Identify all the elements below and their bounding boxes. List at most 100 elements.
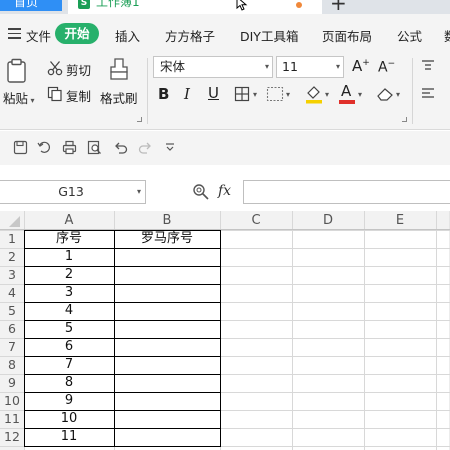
undo-icon[interactable] [113, 140, 128, 155]
cell-b3[interactable] [114, 266, 220, 284]
format-painter-button[interactable]: 格式刷 [100, 88, 138, 107]
name-box[interactable]: G13 ▾ [0, 180, 146, 204]
cell-b6[interactable] [114, 320, 220, 338]
insert-function-button[interactable]: fx [218, 183, 231, 199]
paste-icon[interactable] [6, 58, 30, 84]
row-header-8[interactable]: 8 [0, 356, 24, 374]
cell-a7[interactable]: 6 [24, 338, 114, 356]
row-header-3[interactable]: 3 [0, 266, 24, 284]
menu-diy-toolbox[interactable]: DIY工具箱 [240, 26, 298, 45]
eraser-icon[interactable] [376, 86, 394, 102]
cell-a5[interactable]: 4 [24, 302, 114, 320]
cut-button[interactable]: 剪切 [66, 60, 91, 79]
row-header-12[interactable]: 12 [0, 428, 24, 446]
cell-b12[interactable] [114, 428, 220, 446]
row-header-1[interactable]: 1 [0, 230, 24, 248]
bold-button[interactable]: B [158, 85, 169, 103]
formula-input[interactable] [243, 180, 450, 204]
cell-a6[interactable]: 5 [24, 320, 114, 338]
cell-a1[interactable]: 序号 [24, 230, 114, 248]
redo-icon[interactable] [138, 140, 153, 155]
row-header-11[interactable]: 11 [0, 410, 24, 428]
print-icon[interactable] [62, 140, 77, 155]
chevron-down-icon[interactable]: ▾ [286, 90, 290, 99]
history-icon[interactable] [37, 140, 52, 155]
cell-b7[interactable] [114, 338, 220, 356]
row-header-7[interactable]: 7 [0, 338, 24, 356]
row-header-10[interactable]: 10 [0, 392, 24, 410]
save-icon[interactable] [13, 140, 28, 155]
zoom-search-icon[interactable] [192, 183, 210, 201]
tab-home[interactable]: 首页 [0, 0, 62, 11]
merge-cells-icon[interactable] [266, 86, 284, 102]
cell-a12[interactable]: 11 [24, 428, 114, 446]
tab-workbook[interactable]: S 工作簿1 [68, 0, 322, 14]
menu-fangfang[interactable]: 方方格子 [165, 26, 215, 45]
cell-b11[interactable] [114, 410, 220, 428]
menu-insert[interactable]: 插入 [115, 26, 140, 45]
column-header-c[interactable]: C [220, 211, 292, 230]
row-header-6[interactable]: 6 [0, 320, 24, 338]
menu-formulas[interactable]: 公式 [397, 26, 422, 45]
font-name-value: 宋体 [160, 59, 186, 74]
chevron-down-icon[interactable]: ▾ [137, 181, 141, 203]
italic-button[interactable]: I [184, 85, 190, 103]
decrease-font-size-button[interactable]: A− [378, 59, 395, 76]
spacer [0, 165, 450, 175]
fill-color-icon[interactable] [304, 84, 324, 104]
customize-toolbar-icon[interactable] [165, 142, 175, 152]
column-header-d[interactable]: D [292, 211, 364, 230]
cell-a9[interactable]: 8 [24, 374, 114, 392]
name-box-value: G13 [58, 184, 84, 199]
hamburger-icon[interactable] [8, 28, 21, 39]
spreadsheet-grid[interactable]: ABCDE 1 2 3 4 5 6 7 8 9 10 11 12 序号 1 2 3 4 5 6 7 8 9 10 11 罗马序… [0, 211, 450, 450]
chevron-down-icon[interactable]: ▾ [396, 90, 400, 99]
cell-b8[interactable] [114, 356, 220, 374]
cell-a8[interactable]: 7 [24, 356, 114, 374]
chevron-down-icon[interactable]: ▾ [358, 90, 362, 99]
row-header-2[interactable]: 2 [0, 248, 24, 266]
cell-b4[interactable] [114, 284, 220, 302]
underline-button[interactable]: U [208, 84, 219, 102]
cell-b9[interactable] [114, 374, 220, 392]
cell-b2[interactable] [114, 248, 220, 266]
menu-file[interactable]: 文件 [26, 26, 51, 45]
copy-button[interactable]: 复制 [66, 86, 91, 105]
new-tab-button[interactable]: + [330, 0, 347, 13]
cell-a2[interactable]: 1 [24, 248, 114, 266]
row-header-9[interactable]: 9 [0, 374, 24, 392]
row-header-5[interactable]: 5 [0, 302, 24, 320]
increase-font-size-button[interactable]: A+ [352, 57, 370, 75]
cell-a10[interactable]: 9 [24, 392, 114, 410]
scissors-icon [47, 61, 63, 76]
cell-b10[interactable] [114, 392, 220, 410]
chevron-down-icon[interactable]: ▾ [28, 96, 35, 105]
cell-b1[interactable]: 罗马序号 [114, 230, 220, 248]
divider [147, 58, 148, 124]
font-dialog-launcher[interactable] [402, 117, 407, 122]
column-header-a[interactable]: A [24, 211, 114, 230]
chevron-down-icon[interactable]: ▾ [253, 90, 257, 99]
borders-icon[interactable] [234, 86, 250, 102]
cell-a11[interactable]: 10 [24, 410, 114, 428]
align-left-icon[interactable] [421, 87, 435, 101]
menu-start[interactable]: 开始 [55, 23, 99, 44]
row-header-4[interactable]: 4 [0, 284, 24, 302]
print-preview-icon[interactable] [87, 140, 102, 155]
chevron-down-icon[interactable]: ▾ [325, 90, 329, 99]
cell-a4[interactable]: 3 [24, 284, 114, 302]
cell-a3[interactable]: 2 [24, 266, 114, 284]
paste-button[interactable]: 粘贴 ▾ [3, 88, 35, 107]
cell-b5[interactable] [114, 302, 220, 320]
column-header-e[interactable]: E [364, 211, 436, 230]
menu-page-layout[interactable]: 页面布局 [322, 26, 372, 45]
format-painter-icon[interactable] [108, 57, 130, 81]
menu-data[interactable]: 数 [444, 26, 450, 45]
divider [412, 58, 413, 124]
font-name-select[interactable]: 宋体 ▾ [153, 56, 273, 78]
align-top-icon[interactable] [421, 60, 435, 72]
clipboard-dialog-launcher[interactable] [137, 117, 142, 122]
font-size-select[interactable]: 11 ▾ [276, 56, 344, 78]
column-header-b[interactable]: B [114, 211, 220, 230]
font-color-icon[interactable]: A [341, 82, 351, 100]
